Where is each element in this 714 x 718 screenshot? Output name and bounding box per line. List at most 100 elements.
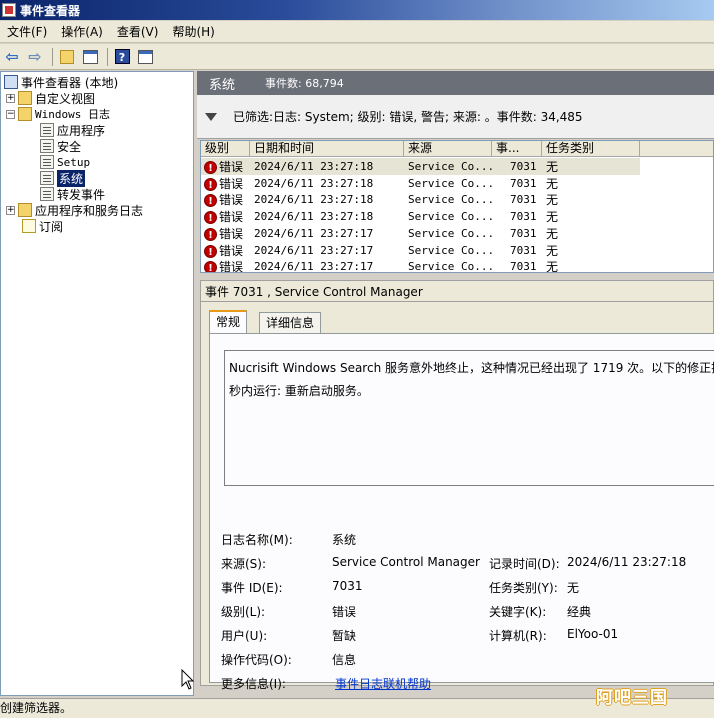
cell-datetime: 2024/6/11 23:27:18: [254, 193, 374, 207]
column-header-task-category[interactable]: 任务类别: [542, 141, 640, 157]
help-icon[interactable]: ?: [112, 47, 132, 67]
error-icon: !: [204, 227, 217, 241]
table-row[interactable]: ! 错误 2024/6/11 23:27:17 Service Co... 7031 无: [201, 258, 640, 273]
pane-splitter[interactable]: [194, 71, 197, 696]
label-source: 来源(S):: [221, 557, 267, 571]
toolbar-separator: [107, 47, 108, 66]
cell-task-category: 无: [546, 226, 559, 241]
value-log-name: 系统: [332, 533, 357, 547]
tree-label: 安全: [57, 139, 82, 154]
error-icon: !: [204, 177, 217, 191]
tree-label: Windows 日志: [35, 108, 110, 121]
label-log-name: 日志名称(M):: [221, 533, 293, 547]
cell-datetime: 2024/6/11 23:27:18: [254, 160, 374, 173]
label-keywords: 关键字(K):: [489, 605, 547, 619]
log-header: 系统 事件数: 68,794: [197, 71, 714, 95]
cell-task-category: 无: [546, 160, 559, 174]
cell-level: ! 错误: [201, 242, 250, 259]
cell-source: Service Co...: [408, 243, 492, 257]
menu-action[interactable]: 操作(A): [54, 22, 110, 42]
column-header-level[interactable]: 级别: [201, 141, 250, 157]
back-arrow-icon[interactable]: ⇦: [2, 47, 22, 67]
cell-source: Service Co...: [408, 160, 492, 173]
watermark-logo: 阿吧三国: [596, 688, 668, 708]
tab-details[interactable]: 详细信息: [259, 312, 322, 334]
tree-label-selected: 系统: [57, 169, 86, 187]
label-event-id: 事件 ID(E):: [221, 581, 283, 595]
status-text: 创建筛选器。: [0, 701, 73, 715]
cell-task-category: 无: [546, 193, 559, 208]
description-line: Nucrisift Windows Search 服务意外地终止，这种情况已经出…: [229, 361, 714, 375]
tree-item-subscriptions[interactable]: 订阅: [22, 218, 63, 234]
value-user: 暂缺: [332, 629, 357, 643]
error-icon: !: [204, 161, 217, 174]
cell-task-category: 无: [546, 210, 559, 225]
filter-bar: 已筛选:日志: System; 级别: 错误, 警告; 来源: 。事件数: 34…: [197, 95, 714, 139]
column-header-event-id[interactable]: 事...: [492, 141, 542, 157]
toolbar-separator: [52, 47, 53, 66]
event-detail-header: 事件 7031 , Service Control Manager: [200, 280, 714, 302]
cell-level-text: 错误: [219, 210, 244, 225]
folder-icon: [18, 91, 32, 105]
table-row[interactable]: ! 错误 2024/6/11 23:27:18 Service Co... 7031 无: [201, 191, 640, 208]
event-viewer-app-icon: [2, 3, 16, 17]
log-icon: [40, 155, 54, 169]
title-bar: 事件查看器: [0, 0, 714, 20]
cell-event-id: 7031: [510, 210, 537, 224]
tree-item-custom-views[interactable]: + 自定义视图: [6, 90, 95, 106]
event-count: 事件数: 68,794: [265, 77, 344, 90]
expand-icon[interactable]: +: [6, 205, 15, 215]
tree-label: 订阅: [39, 219, 64, 234]
value-task-category: 无: [567, 581, 580, 595]
tree-item-windows-logs[interactable]: − Windows 日志: [6, 106, 110, 122]
tab-general[interactable]: 常规: [209, 310, 248, 334]
tree-item-application[interactable]: 应用程序: [40, 122, 105, 138]
cell-level-text: 错误: [219, 226, 244, 241]
up-folder-icon[interactable]: [57, 47, 77, 67]
online-help-link[interactable]: 事件日志联机帮助: [335, 675, 431, 692]
table-row[interactable]: ! 错误 2024/6/11 23:27:17 Service Co... 7031 无: [201, 225, 640, 242]
collapse-icon[interactable]: −: [6, 109, 15, 119]
cell-level-text: 错误: [219, 193, 244, 208]
tree-item-system[interactable]: 系统: [40, 169, 86, 187]
tree-item-setup[interactable]: Setup: [40, 154, 90, 170]
cell-source: Service Co...: [408, 193, 492, 207]
expand-icon[interactable]: +: [6, 93, 15, 103]
tree-item-app-service-logs[interactable]: + 应用程序和服务日志: [6, 202, 143, 218]
column-header-source[interactable]: 来源: [404, 141, 492, 157]
tree-item-forwarded-events[interactable]: 转发事件: [40, 186, 105, 202]
subscription-icon: [22, 219, 36, 233]
cell-event-id: 7031: [510, 193, 537, 207]
event-viewer-icon: [4, 75, 18, 89]
event-list[interactable]: 级别 日期和时间 来源 事... 任务类别 ! 错误 2024/6/11 23:27…: [200, 140, 714, 273]
label-logged: 记录时间(D):: [489, 557, 560, 571]
table-row[interactable]: ! 错误 2024/6/11 23:27:18 Service Co... 7031 无: [201, 208, 640, 225]
cell-event-id: 7031: [510, 226, 537, 240]
show-action-pane-icon[interactable]: [135, 47, 155, 67]
column-header-datetime[interactable]: 日期和时间: [250, 141, 404, 157]
table-row[interactable]: ! 错误 2024/6/11 23:27:17 Service Co... 7031 无: [201, 242, 640, 259]
menu-file[interactable]: 文件(F): [0, 22, 54, 42]
window-title: 事件查看器: [20, 3, 81, 18]
show-hide-tree-icon[interactable]: [80, 47, 100, 67]
table-row[interactable]: ! 错误 2024/6/11 23:27:18 Service Co... 7031 无: [201, 175, 640, 192]
error-icon: !: [204, 244, 217, 258]
tree-item-security[interactable]: 安全: [40, 138, 81, 154]
cell-datetime: 2024/6/11 23:27:17: [254, 226, 374, 240]
cell-level-text: 错误: [219, 160, 244, 174]
menu-view[interactable]: 查看(V): [110, 22, 166, 42]
description-line: 秒内运行: 重新启动服务。: [229, 384, 369, 398]
cell-source: Service Co...: [408, 176, 492, 190]
label-level: 级别(L):: [221, 605, 266, 619]
cell-source: Service Co...: [408, 210, 492, 224]
tree-root[interactable]: 事件查看器 (本地): [4, 74, 118, 90]
menu-help[interactable]: 帮助(H): [165, 22, 221, 42]
forward-arrow-icon[interactable]: ⇨: [25, 47, 45, 67]
tree-root-label: 事件查看器 (本地): [21, 75, 119, 90]
log-icon: [40, 187, 54, 201]
cell-source: Service Co...: [408, 226, 492, 240]
event-description[interactable]: Nucrisift Windows Search 服务意外地终止，这种情况已经出…: [224, 350, 714, 486]
value-computer: ElYoo-01: [567, 627, 619, 641]
cell-datetime: 2024/6/11 23:27:17: [254, 260, 374, 273]
table-row[interactable]: ! 错误 2024/6/11 23:27:18 Service Co... 7031 无: [201, 158, 640, 175]
